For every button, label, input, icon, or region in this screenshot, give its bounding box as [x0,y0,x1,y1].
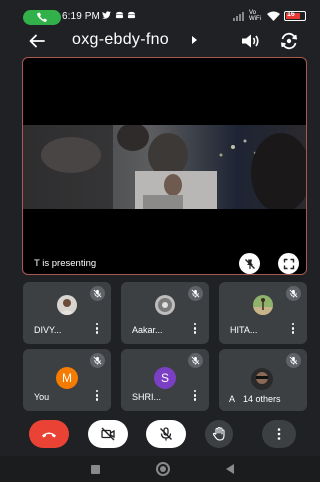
back-arrow-icon[interactable] [28,32,46,50]
mic-off-icon [191,289,200,298]
vowifi-label: Vo WiFi [249,10,261,22]
avatar [253,295,273,315]
others-tile[interactable]: A 14 others [219,349,307,411]
mic-off-icon [93,356,102,365]
unpin-button[interactable] [239,253,260,274]
others-count: 14 others [243,394,281,404]
participant-tile[interactable]: M You [23,349,111,411]
participant-name: HITA... [230,325,258,335]
fullscreen-icon [283,258,294,269]
muted-badge [286,353,301,368]
participant-tile[interactable]: DIVY... [23,282,111,344]
more-options-icon [277,428,281,440]
signal-icon [233,11,244,21]
avatar [155,295,175,315]
switch-camera-icon[interactable] [279,31,299,51]
mic-off-icon [160,427,172,441]
raise-hand-button[interactable] [205,420,233,448]
mic-off-icon [191,356,200,365]
participant-name: You [34,392,50,402]
more-vert-icon[interactable] [95,323,99,337]
call-controls [0,420,320,452]
status-bar: 6:19 PM Vo WiFi 16 [0,0,320,26]
wifi-icon [267,11,280,21]
participant-name: SHRI... [132,392,162,402]
android-icon [115,11,124,21]
more-vert-icon[interactable] [291,323,295,337]
participant-name: Aakar... [132,325,163,335]
recents-icon[interactable] [91,465,100,474]
system-indicators: Vo WiFi 16 [233,10,306,22]
participant-tile[interactable]: S SHRI... [121,349,209,411]
speaker-icon[interactable] [240,32,260,50]
more-vert-icon[interactable] [95,390,99,404]
participant-name: A [229,394,236,404]
back-icon[interactable] [226,464,234,474]
camera-toggle-button[interactable] [88,420,128,448]
battery-icon: 16 [284,11,306,21]
more-vert-icon[interactable] [193,323,197,337]
end-call-icon [42,432,56,438]
muted-badge [188,353,203,368]
avatar-letter: S [154,367,176,389]
home-icon[interactable] [156,462,170,476]
shared-screen-video [23,125,306,209]
muted-badge [90,286,105,301]
avatar [251,368,273,390]
android-icon [127,11,136,21]
avatar [57,295,77,315]
camera-off-icon [101,427,115,441]
meeting-code[interactable]: oxg-ebdy-fno [72,31,169,49]
muted-badge [188,286,203,301]
battery-level: 16 [287,11,295,18]
mic-toggle-button[interactable] [146,420,186,448]
participant-tile[interactable]: Aakar... [121,282,209,344]
mic-off-icon [93,289,102,298]
more-options-button[interactable] [262,420,296,448]
muted-badge [286,286,301,301]
ongoing-call-indicator[interactable] [23,10,61,25]
clock: 6:19 PM [62,11,100,22]
presenting-label: T is presenting [34,258,97,269]
meeting-header: oxg-ebdy-fno [0,26,320,56]
participant-name: DIVY... [34,325,62,335]
fullscreen-button[interactable] [278,253,299,274]
presentation-tile[interactable]: T is presenting [22,57,307,275]
more-vert-icon[interactable] [193,390,197,404]
phone-icon [37,12,47,22]
mic-off-icon [289,289,298,298]
caret-right-icon[interactable] [190,35,198,45]
mic-off-icon [289,356,298,365]
pin-off-icon [244,258,255,269]
system-nav-bar [0,456,320,482]
end-call-button[interactable] [29,420,69,448]
twitter-bird-icon [102,11,111,21]
avatar-letter: M [56,367,78,389]
raise-hand-icon [212,426,225,441]
participant-tile[interactable]: HITA... [219,282,307,344]
muted-badge [90,353,105,368]
